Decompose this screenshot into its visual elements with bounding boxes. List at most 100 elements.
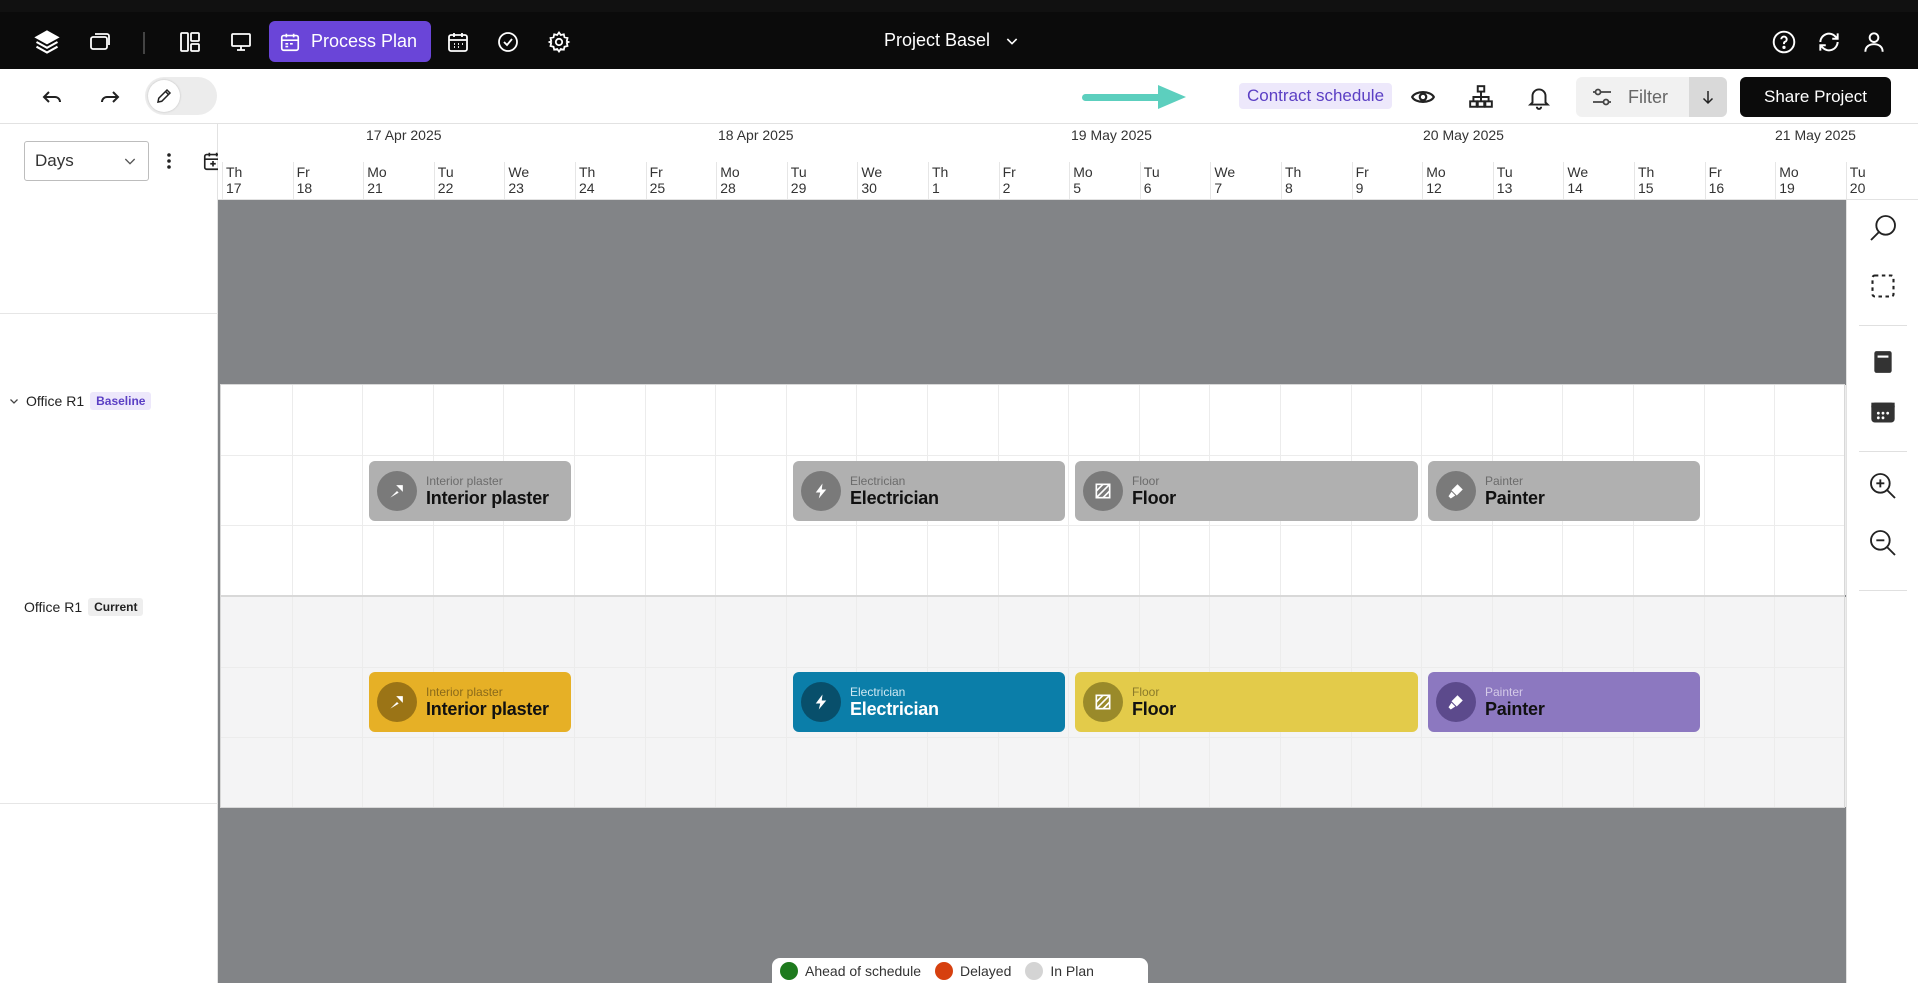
view-scale-value: Days — [35, 151, 74, 170]
sliders-icon — [1593, 88, 1611, 106]
folders-icon[interactable] — [86, 28, 114, 56]
baseline-task-electrician[interactable]: Electrician Electrician — [793, 461, 1065, 521]
current-task-painter[interactable]: Painter Painter — [1428, 672, 1700, 732]
day-cell: Th 24 — [575, 162, 645, 199]
view-scale-select[interactable]: Days — [24, 141, 149, 181]
grid-line — [221, 737, 1844, 738]
task-trade: Floor — [1132, 473, 1160, 488]
day-cell: Fr 16 — [1704, 162, 1775, 199]
day-of-week: Tu — [1143, 164, 1160, 180]
grid-line — [291, 597, 293, 807]
baseline-section: Interior plaster Interior plaster Electr… — [220, 384, 1846, 596]
share-project-button[interactable]: Share Project — [1740, 77, 1891, 117]
current-task-floor[interactable]: Floor Floor — [1075, 672, 1418, 732]
day-number: 12 — [1426, 180, 1442, 196]
zoom-out-icon[interactable] — [1867, 527, 1899, 559]
day-number: 22 — [437, 180, 454, 196]
help-icon[interactable] — [1770, 28, 1798, 56]
floor-tiles-icon — [1083, 682, 1123, 722]
calendar-block-icon[interactable] — [1867, 396, 1899, 428]
day-cell: Tu 20 — [1845, 162, 1916, 199]
edit-mode-toggle[interactable] — [145, 77, 217, 115]
user-icon[interactable] — [1860, 28, 1888, 56]
layout-icon[interactable] — [176, 28, 204, 56]
week-label: 20 May 2025 — [1423, 127, 1504, 143]
note-icon[interactable] — [1867, 346, 1899, 378]
day-cell: We 30 — [857, 162, 927, 199]
gear-icon[interactable] — [545, 28, 573, 56]
day-cell: Fr 18 — [292, 162, 363, 199]
row-header-current[interactable]: Office R1 Current — [24, 598, 144, 616]
day-of-week: Mo — [1779, 164, 1799, 180]
task-title: Floor — [1132, 698, 1176, 719]
zoom-in-icon[interactable] — [1867, 470, 1899, 502]
day-number: 29 — [790, 180, 807, 196]
task-title: Electrician — [850, 698, 939, 719]
row-name: Office R1 — [26, 393, 85, 409]
grid-line — [362, 597, 364, 807]
selection-icon[interactable] — [1867, 270, 1899, 302]
calendar-grid-icon[interactable] — [444, 28, 472, 56]
eye-icon[interactable] — [1409, 83, 1437, 111]
grid-line — [574, 385, 575, 595]
day-of-week: Fr — [1002, 164, 1016, 180]
day-cell: We 14 — [1563, 162, 1633, 199]
project-selector[interactable]: Project Basel — [884, 30, 1020, 51]
baseline-task-painter[interactable]: Painter Painter — [1428, 461, 1700, 521]
day-of-week: Mo — [1073, 164, 1093, 180]
process-plan-button[interactable]: Process Plan — [269, 21, 431, 62]
day-cell: Th 8 — [1281, 162, 1351, 199]
grid-line — [785, 597, 787, 807]
gantt-canvas[interactable]: Interior plaster Interior plaster Electr… — [218, 200, 1846, 983]
day-of-week: Mo — [1426, 164, 1446, 180]
day-number: 23 — [508, 180, 524, 196]
legend-item-delayed: Delayed — [934, 961, 1011, 980]
task-trade: Floor — [1132, 684, 1160, 699]
search-icon[interactable] — [1867, 212, 1899, 244]
baseline-task-floor[interactable]: Floor Floor — [1075, 461, 1418, 521]
current-task-interior-plaster[interactable]: Interior plaster Interior plaster — [369, 672, 571, 732]
day-number: 30 — [861, 180, 877, 196]
hierarchy-icon[interactable] — [1467, 83, 1495, 111]
contract-schedule-label[interactable]: Contract schedule — [1239, 83, 1393, 109]
project-name: Project Basel — [884, 30, 991, 50]
timeline-header: 17 Apr 2025 18 Apr 2025 19 May 2025 20 M… — [218, 124, 1918, 200]
day-cell: Fr 2 — [998, 162, 1069, 199]
grid-line — [644, 597, 646, 807]
undo-icon[interactable] — [38, 83, 66, 111]
day-cell: Tu 22 — [433, 162, 504, 199]
day-cell: Tu 29 — [786, 162, 857, 199]
row-header-baseline[interactable]: Office R1 Baseline — [8, 392, 152, 410]
task-trade: Electrician — [850, 473, 906, 488]
day-number: 17 — [226, 180, 242, 196]
baseline-task-interior-plaster[interactable]: Interior plaster Interior plaster — [369, 461, 571, 521]
day-number: 21 — [367, 180, 383, 196]
filter-button[interactable]: Filter — [1576, 77, 1689, 117]
day-number: 7 — [1214, 180, 1223, 196]
check-circle-icon[interactable] — [494, 28, 522, 56]
red-dot-icon — [934, 961, 953, 980]
refresh-icon[interactable] — [1815, 28, 1843, 56]
legend-label: In Plan — [1050, 962, 1094, 979]
day-number: 5 — [1073, 180, 1081, 196]
lightning-icon — [801, 682, 841, 722]
day-number: 1 — [932, 180, 940, 196]
day-number: 28 — [720, 180, 736, 196]
presentation-icon[interactable] — [227, 28, 255, 56]
more-options-icon[interactable] — [163, 151, 175, 176]
bell-icon[interactable] — [1525, 83, 1553, 111]
grid-line — [1068, 385, 1070, 595]
filter-dropdown-button[interactable] — [1689, 77, 1727, 117]
current-task-electrician[interactable]: Electrician Electrician — [793, 672, 1065, 732]
day-cell: Fr 9 — [1351, 162, 1422, 199]
day-cell: Th 1 — [928, 162, 998, 199]
grid-line — [574, 597, 575, 807]
week-label: 18 Apr 2025 — [718, 127, 794, 143]
task-trade: Painter — [1485, 473, 1524, 488]
day-of-week: Mo — [367, 164, 387, 180]
arrow-right-icon — [1082, 85, 1186, 114]
redo-icon[interactable] — [96, 83, 124, 111]
layers-icon[interactable] — [33, 28, 61, 56]
week-label: 19 May 2025 — [1071, 127, 1152, 143]
day-number: 18 — [296, 180, 313, 196]
